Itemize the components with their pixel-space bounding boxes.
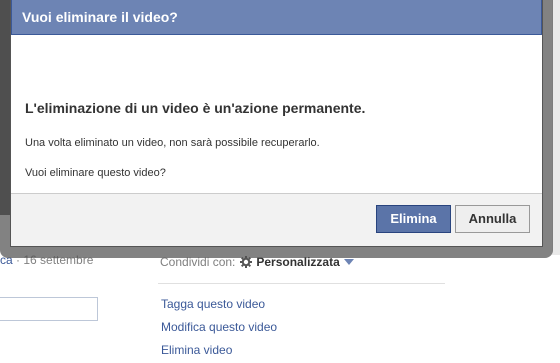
dialog-footer: Elimina Annulla <box>11 193 542 246</box>
delete-video-link[interactable]: Elimina video <box>161 343 232 357</box>
dialog-title: Vuoi eliminare il video? <box>11 0 542 35</box>
triangle-down-icon <box>343 259 354 265</box>
dialog-heading: L'eliminazione di un video è un'azione p… <box>25 100 366 116</box>
delete-video-dialog: Vuoi eliminare il video? L'eliminazione … <box>10 0 543 247</box>
page-scroll-edge <box>552 0 560 255</box>
dialog-body: L'eliminazione di un video è un'azione p… <box>11 35 542 195</box>
dialog-question: Vuoi eliminare questo video? <box>25 167 166 179</box>
tag-video-link[interactable]: Tagga questo video <box>161 297 265 311</box>
divider <box>158 283 445 284</box>
delete-button[interactable]: Elimina <box>376 205 451 233</box>
edit-video-link[interactable]: Modifica questo video <box>161 320 277 334</box>
dialog-message: Una volta eliminato un video, non sarà p… <box>25 137 320 149</box>
cancel-button[interactable]: Annulla <box>455 205 530 233</box>
comment-input[interactable] <box>0 297 98 321</box>
